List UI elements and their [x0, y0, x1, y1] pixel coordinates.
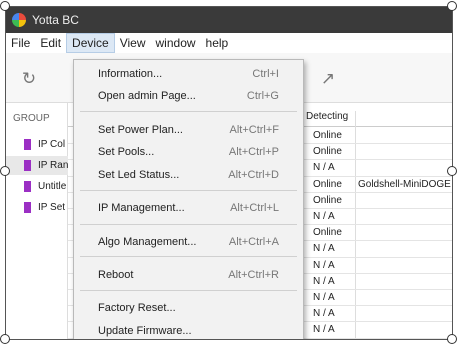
menu-item-shortcut: Alt+Ctrl+L	[230, 202, 279, 214]
menu-view[interactable]: View	[115, 33, 151, 53]
menu-item-set-power-plan[interactable]: Set Power Plan... Alt+Ctrl+F	[74, 120, 303, 140]
resize-handle[interactable]	[0, 166, 10, 176]
status-cell: N / A	[313, 324, 335, 336]
menu-separator	[80, 290, 297, 291]
menu-item-label: Open admin Page...	[98, 90, 196, 102]
status-cell: N / A	[313, 275, 335, 287]
app-logo-icon	[12, 13, 26, 27]
menu-item-information[interactable]: Information... Ctrl+I	[74, 64, 303, 84]
group-label: IP Col	[38, 139, 66, 150]
group-color-swatch	[24, 160, 31, 171]
menu-item-shortcut: Ctrl+I	[252, 68, 279, 80]
status-cell: N / A	[313, 211, 335, 222]
menu-item-label: Factory Reset...	[98, 302, 176, 314]
resize-handle[interactable]	[447, 166, 457, 176]
menu-bar: File Edit Device View window help	[6, 33, 452, 53]
group-sidebar: GROUP IP Col IP Ran Untitle IP Set	[6, 103, 68, 339]
menu-device[interactable]: Device	[66, 33, 115, 53]
menu-item-update-firmware[interactable]: Update Firmware...	[74, 321, 303, 339]
menu-item-ip-management[interactable]: IP Management... Alt+Ctrl+L	[74, 198, 303, 218]
external-link-icon[interactable]: ↗	[318, 69, 338, 89]
status-cell: Online	[313, 130, 342, 141]
group-label: IP Ran	[38, 160, 68, 171]
resize-handle[interactable]	[447, 334, 457, 344]
refresh-icon[interactable]: ↻	[19, 69, 39, 89]
device-menu: Information... Ctrl+I Open admin Page...…	[73, 59, 304, 339]
status-cell: Online	[313, 227, 342, 239]
menu-item-shortcut: Alt+Ctrl+D	[228, 169, 279, 181]
group-color-swatch	[24, 181, 31, 192]
window-title: Yotta BC	[32, 13, 79, 27]
title-bar: Yotta BC	[6, 7, 452, 33]
menu-item-label: Reboot	[98, 269, 134, 281]
group-label: Untitle	[38, 181, 67, 192]
menu-file[interactable]: File	[6, 33, 35, 53]
menu-item-factory-reset[interactable]: Factory Reset...	[74, 298, 303, 318]
model-cell: Goldshell-MiniDOGE	[358, 178, 451, 190]
status-cell: Online	[313, 178, 342, 190]
menu-item-shortcut: Alt+Ctrl+R	[228, 269, 279, 281]
menu-item-label: IP Management...	[98, 202, 185, 214]
menu-edit[interactable]: Edit	[35, 33, 66, 53]
menu-item-label: Information...	[98, 68, 163, 80]
menu-separator	[80, 256, 297, 257]
menu-item-shortcut: Ctrl+G	[246, 90, 279, 102]
menu-item-shortcut: Alt+Ctrl+P	[228, 146, 279, 158]
app-window: Yotta BC File Edit Device View window he…	[5, 6, 453, 340]
group-item[interactable]: IP Col	[6, 135, 68, 154]
menu-item-label: Set Pools...	[98, 146, 155, 158]
group-item[interactable]: IP Set	[6, 198, 68, 217]
menu-window[interactable]: window	[151, 33, 201, 53]
status-cell: Online	[313, 146, 342, 158]
status-cell: N / A	[313, 259, 335, 271]
resize-handle[interactable]	[0, 1, 10, 11]
detecting-column-header[interactable]: Detecting	[306, 111, 348, 122]
menu-item-label: Algo Management...	[98, 236, 197, 248]
group-label: IP Set	[38, 202, 66, 213]
resize-handle[interactable]	[0, 334, 10, 344]
menu-help[interactable]: help	[201, 33, 234, 53]
status-cell: N / A	[313, 308, 335, 320]
resize-handle[interactable]	[447, 1, 457, 11]
menu-item-shortcut: Alt+Ctrl+A	[228, 236, 279, 248]
menu-item-label: Set Power Plan...	[98, 124, 183, 136]
group-color-swatch	[24, 202, 31, 213]
group-header: GROUP	[13, 113, 50, 124]
status-cell: Online	[313, 194, 342, 206]
menu-item-label: Update Firmware...	[98, 325, 192, 337]
menu-item-reboot[interactable]: Reboot Alt+Ctrl+R	[74, 265, 303, 285]
menu-separator	[80, 224, 297, 225]
group-item[interactable]: IP Ran	[6, 156, 68, 175]
menu-item-algo-management[interactable]: Algo Management... Alt+Ctrl+A	[74, 232, 303, 252]
menu-item-shortcut: Alt+Ctrl+F	[229, 124, 279, 136]
menu-separator	[80, 111, 297, 112]
status-cell: N / A	[313, 162, 335, 174]
menu-separator	[80, 190, 297, 191]
menu-item-label: Set Led Status...	[98, 169, 180, 181]
status-cell: N / A	[313, 292, 335, 303]
group-color-swatch	[24, 139, 31, 150]
group-item[interactable]: Untitle	[6, 177, 68, 196]
status-cell: N / A	[313, 243, 335, 255]
menu-item-set-led-status[interactable]: Set Led Status... Alt+Ctrl+D	[74, 165, 303, 185]
menu-item-set-pools[interactable]: Set Pools... Alt+Ctrl+P	[74, 142, 303, 162]
menu-item-open-admin[interactable]: Open admin Page... Ctrl+G	[74, 86, 303, 106]
